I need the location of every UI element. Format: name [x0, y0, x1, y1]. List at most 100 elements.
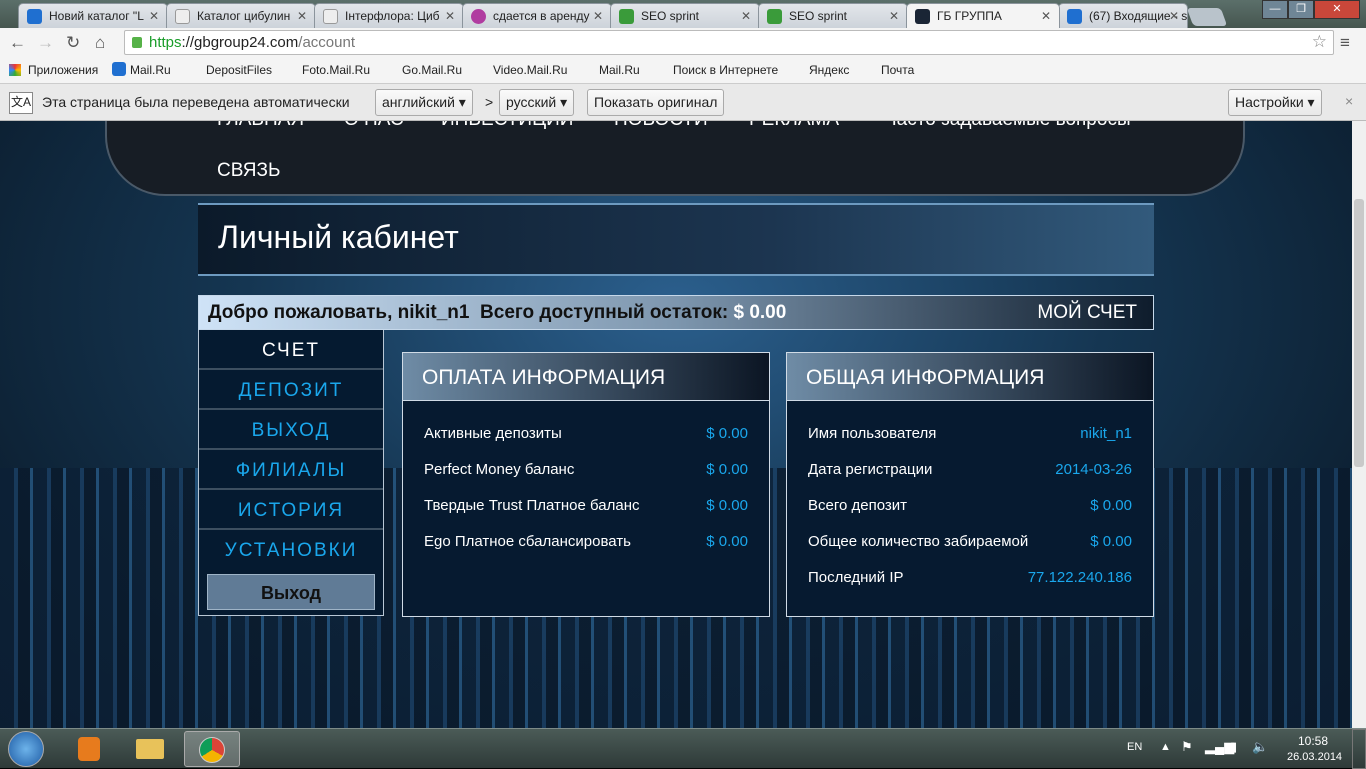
row-label: Твердые Trust Платное баланс [424, 497, 640, 514]
show-desktop-button[interactable] [1352, 729, 1366, 769]
language-indicator[interactable]: EN [1127, 741, 1142, 753]
bookmark[interactable]: Приложения [28, 63, 98, 77]
bookmark[interactable]: DepositFiles [206, 63, 272, 77]
explorer-icon[interactable] [122, 731, 178, 767]
close-tab-icon[interactable]: ✕ [445, 9, 455, 23]
forward-icon[interactable]: → [37, 33, 54, 53]
translate-bar: 文A Эта страница была переведена автомати… [0, 84, 1366, 121]
reload-icon[interactable]: ↻ [66, 33, 80, 53]
bookmark[interactable]: Поиск в Интернете [673, 63, 778, 77]
crown-icon [915, 9, 930, 24]
close-window-button[interactable]: ✕ [1314, 0, 1360, 19]
translate-message: Эта страница была переведена автоматичес… [42, 94, 350, 110]
address-bar[interactable]: https://gbgroup24.com/account ☆ [124, 30, 1334, 55]
close-tab-icon[interactable]: ✕ [889, 9, 899, 23]
bookmark[interactable]: Go.Mail.Ru [402, 63, 462, 77]
action-center-flag-icon[interactable]: ⚑ [1181, 739, 1193, 755]
info-row: Ego Платное сбалансировать $ 0.00 [424, 533, 748, 569]
seo-sprint-icon [619, 9, 634, 24]
nav-home[interactable]: ГЛАВНАЯ [217, 121, 304, 131]
nav-faq[interactable]: Часто задаваемые вопросы [884, 121, 1131, 131]
menu-icon[interactable]: ≡ [1340, 33, 1350, 53]
tab[interactable]: SEO sprint ✕ [610, 3, 760, 28]
sidebar-item-account[interactable]: СЧЕТ [199, 330, 383, 370]
url-host: ://gbgroup24.com [181, 34, 299, 51]
minimize-button[interactable]: — [1262, 0, 1288, 19]
sidebar-item-history[interactable]: ИСТОРИЯ [199, 490, 383, 530]
row-label: Дата регистрации [808, 461, 933, 478]
close-tab-icon[interactable]: ✕ [1169, 9, 1179, 23]
row-label: Perfect Money баланс [424, 461, 575, 478]
seo-sprint-icon [767, 9, 782, 24]
bookmark[interactable]: Video.Mail.Ru [493, 63, 567, 77]
start-button[interactable] [8, 731, 44, 767]
logout-button[interactable]: Выход [207, 574, 375, 610]
sidebar-item-settings[interactable]: УСТАНОВКИ [199, 530, 383, 570]
close-tab-icon[interactable]: ✕ [297, 9, 307, 23]
tab[interactable]: SEO sprint ✕ [758, 3, 908, 28]
target-language: русский [506, 94, 557, 110]
sidebar-item-affiliates[interactable]: ФИЛИАЛЫ [199, 450, 383, 490]
battery-power-icon[interactable]: ▮ [1230, 739, 1237, 755]
volume-icon[interactable]: 🔈 [1252, 739, 1268, 755]
clock-time[interactable]: 10:58 [1298, 734, 1328, 748]
panel-title: ОПЛАТА ИНФОРМАЦИЯ [403, 353, 769, 401]
page-icon [175, 9, 190, 24]
info-row: Твердые Trust Платное баланс $ 0.00 [424, 497, 748, 533]
source-language: английский [382, 94, 455, 110]
info-row: Общее количество забираемой $ 0.00 [808, 533, 1132, 569]
nav-news[interactable]: НОВОСТИ [614, 121, 708, 131]
apps-icon [9, 64, 21, 76]
close-tab-icon[interactable]: ✕ [593, 9, 603, 23]
nav-contact[interactable]: СВЯЗЬ [217, 160, 280, 182]
close-tab-icon[interactable]: ✕ [1041, 9, 1051, 23]
page-scrollbar[interactable] [1352, 121, 1366, 728]
back-icon[interactable]: ← [9, 33, 26, 53]
toolbar: ← → ↻ ⌂ https://gbgroup24.com/account ☆ ≡ [0, 28, 1366, 57]
tab[interactable]: Каталог цибулин ✕ [166, 3, 316, 28]
sidebar-item-deposit[interactable]: ДЕПОЗИТ [199, 370, 383, 410]
tab[interactable]: Новий каталог "L ✕ [18, 3, 168, 28]
welcome-text: Добро пожаловать, nikit_n1 [208, 302, 470, 323]
home-icon[interactable]: ⌂ [95, 33, 105, 53]
nav-advertising[interactable]: РЕКЛАМА [749, 121, 839, 131]
show-hidden-icons[interactable]: ▲ [1160, 741, 1171, 753]
sidebar-item-withdraw[interactable]: ВЫХОД [199, 410, 383, 450]
nav-investments[interactable]: ИНВЕСТИЦИИ [441, 121, 573, 131]
my-account-link[interactable]: МОЙ СЧЕТ [1037, 302, 1137, 324]
chrome-taskbar-button[interactable] [184, 731, 240, 767]
target-language-select[interactable]: русский ▾ [499, 89, 575, 116]
new-tab-button[interactable] [1186, 8, 1228, 26]
clock-date[interactable]: 26.03.2014 [1287, 751, 1342, 763]
row-value: $ 0.00 [706, 533, 748, 550]
row-value: $ 0.00 [1090, 533, 1132, 550]
scrollbar-thumb[interactable] [1354, 199, 1364, 467]
page-viewport: ГЛАВНАЯ О НАС ИНВЕСТИЦИИ НОВОСТИ РЕКЛАМА… [0, 121, 1352, 728]
tab[interactable]: сдается в аренду ✕ [462, 3, 612, 28]
tab[interactable]: (67) Входящие - s ✕ [1058, 3, 1188, 28]
info-row: Всего депозит $ 0.00 [808, 497, 1132, 533]
tab-active[interactable]: ГБ ГРУППА ✕ [906, 3, 1060, 28]
mail-ru-icon [1067, 9, 1082, 24]
translate-icon: 文A [9, 92, 33, 114]
bookmark[interactable]: Яндекс [809, 63, 849, 77]
bookmark[interactable]: Mail.Ru [130, 63, 171, 77]
close-tab-icon[interactable]: ✕ [741, 9, 751, 23]
tab-title: Інтерфлора: Циб [345, 9, 440, 23]
translate-settings-button[interactable]: Настройки ▾ [1228, 89, 1322, 116]
source-language-select[interactable]: английский ▾ [375, 89, 473, 116]
sidebar: СЧЕТ ДЕПОЗИТ ВЫХОД ФИЛИАЛЫ ИСТОРИЯ УСТАН… [198, 330, 384, 616]
bookmark[interactable]: Foto.Mail.Ru [302, 63, 370, 77]
tab[interactable]: Інтерфлора: Циб ✕ [314, 3, 464, 28]
nav-about[interactable]: О НАС [344, 121, 404, 131]
show-original-button[interactable]: Показать оригинал [587, 89, 725, 116]
media-player-icon[interactable] [62, 731, 118, 767]
bookmark[interactable]: Почта [881, 63, 914, 77]
maximize-button[interactable]: ❐ [1288, 0, 1314, 19]
close-translate-icon[interactable]: × [1345, 93, 1353, 109]
page-title: Личный кабинет [198, 203, 1154, 276]
close-tab-icon[interactable]: ✕ [149, 9, 159, 23]
balance-label: Всего доступный остаток: [480, 302, 729, 323]
star-icon[interactable]: ☆ [1312, 32, 1327, 52]
bookmark[interactable]: Mail.Ru [599, 63, 640, 77]
